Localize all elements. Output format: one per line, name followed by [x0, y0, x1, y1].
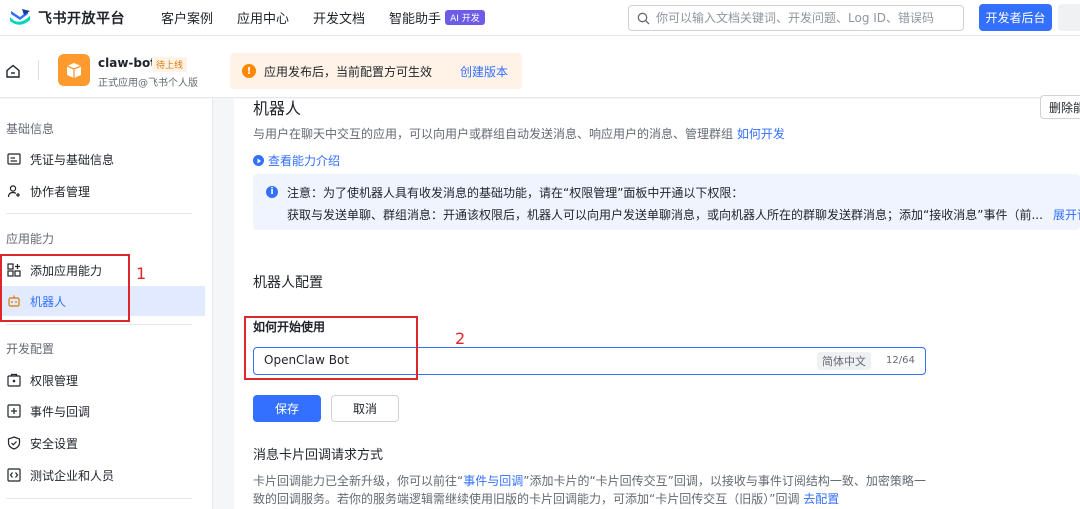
developer-console-button[interactable]: 开发者后台 — [979, 4, 1052, 31]
sidebar-item-label: 事件与回调 — [30, 404, 91, 419]
capability-intro-label: 查看能力介绍 — [268, 154, 341, 168]
permission-notice: i 注意：为了使机器人具有收发消息的基础功能，请在“权限管理”面板中开通以下权限… — [253, 174, 1080, 230]
header-divider — [38, 60, 39, 80]
app-icon — [58, 54, 90, 86]
search-box[interactable] — [628, 5, 964, 31]
nav-item-cases[interactable]: 客户案例 — [161, 8, 213, 27]
callback-text: 致的回调服务。若你的服务端逻辑需继续使用旧版的卡片回调能力，可添加“卡片回传交互… — [253, 492, 800, 506]
delete-capability-button[interactable]: 删除能力 — [1040, 95, 1080, 119]
callback-section-title: 消息卡片回调请求方式 — [253, 448, 384, 463]
annotation-box-1 — [0, 254, 130, 322]
notice-line-2: 获取与发送单聊、群组消息：开通该权限后，机器人可以向用户发送单聊消息，或向机器人… — [287, 208, 1043, 222]
warning-icon: ! — [242, 64, 256, 78]
info-icon: i — [266, 186, 278, 198]
sidebar-item-security[interactable]: 安全设置 — [0, 428, 205, 458]
package-icon — [66, 63, 82, 78]
sidebar-item-label: 协作者管理 — [30, 184, 91, 199]
cancel-button[interactable]: 取消 — [331, 395, 399, 422]
sidebar-item-permissions[interactable]: 权限管理 — [0, 365, 205, 395]
sidebar-divider — [6, 213, 192, 214]
app-name: claw-bot — [98, 56, 156, 70]
sidebar-item-collaborators[interactable]: 协作者管理 — [0, 176, 205, 206]
ai-badge: AI 开发 — [445, 10, 485, 25]
publish-notice: ! 应用发布后，当前配置方可生效 创建版本 — [230, 53, 522, 89]
annotation-number-1: 1 — [136, 264, 147, 283]
language-tag[interactable]: 简体中文 — [817, 352, 871, 370]
sidebar-divider — [6, 324, 192, 325]
sidebar-section-capabilities: 应用能力 — [6, 232, 55, 246]
annotation-box-2 — [244, 316, 418, 380]
how-to-develop-link[interactable]: 如何开发 — [737, 127, 785, 141]
expand-details-link[interactable]: 展开详情 — [1053, 206, 1080, 223]
events-callback-link[interactable]: 事件与回调 — [463, 474, 523, 488]
save-button[interactable]: 保存 — [253, 395, 321, 422]
notice-line-1: 注意：为了使机器人具有收发消息的基础功能，请在“权限管理”面板中开通以下权限： — [287, 186, 744, 200]
callback-desc-line-1: 卡片回调能力已全新升级，你可以前往“事件与回调”添加卡片的“卡片回传交互”回调，… — [253, 472, 926, 489]
page-title: 机器人 — [253, 99, 302, 118]
callback-text: ”添加卡片的“卡片回传交互”回调，以接收与事件订阅结构一致、加密策略一 — [523, 474, 926, 488]
event-icon — [6, 403, 22, 419]
sidebar-item-label: 凭证与基础信息 — [30, 152, 115, 167]
nav-item-dev-docs[interactable]: 开发文档 — [313, 8, 365, 27]
bot-config-title: 机器人配置 — [253, 275, 323, 291]
sidebar-item-label: 安全设置 — [30, 436, 79, 451]
notice-text: 应用发布后，当前配置方可生效 — [264, 64, 433, 79]
page-description: 与用户在聊天中交互的应用，可以向用户或群组自动发送消息、响应用户的消息、管理群组… — [253, 125, 785, 142]
nav-item-app-center[interactable]: 应用中心 — [237, 8, 289, 27]
sidebar-item-label: 权限管理 — [30, 373, 79, 388]
char-count: 12/64 — [886, 355, 915, 366]
brand-name: 飞书开放平台 — [38, 10, 125, 27]
home-icon[interactable] — [5, 63, 21, 79]
permission-icon — [6, 372, 22, 388]
avatar[interactable] — [1058, 4, 1080, 31]
capability-intro-link[interactable]: 查看能力介绍 — [253, 152, 340, 169]
shield-icon — [6, 435, 22, 451]
feishu-logo-icon — [10, 8, 30, 25]
sidebar-section-basic: 基础信息 — [6, 122, 55, 136]
sidebar-divider — [6, 498, 192, 499]
sidebar-item-test-tenants[interactable]: 测试企业和人员 — [0, 460, 205, 490]
app-subtitle: 正式应用@飞书个人版 — [98, 78, 198, 89]
go-configure-link[interactable]: 去配置 — [803, 492, 839, 506]
nav-item-ai-label: 智能助手 — [389, 12, 442, 27]
search-icon — [637, 12, 650, 24]
create-version-link[interactable]: 创建版本 — [460, 63, 508, 80]
sidebar-section-dev-config: 开发配置 — [6, 342, 55, 356]
search-input[interactable] — [656, 11, 956, 25]
brand-logo[interactable]: 飞书开放平台 — [8, 7, 125, 29]
description-text: 与用户在聊天中交互的应用，可以向用户或群组自动发送消息、响应用户的消息、管理群组 — [253, 127, 734, 141]
nav-item-ai-assistant[interactable]: 智能助手 AI 开发 — [389, 8, 485, 27]
play-icon — [253, 155, 264, 166]
annotation-number-2: 2 — [455, 329, 466, 348]
callback-text: 卡片回调能力已全新升级，你可以前往“ — [253, 474, 464, 488]
nav-menu: 客户案例 应用中心 开发文档 智能助手 AI 开发 — [161, 8, 509, 27]
app-header: claw-bot 待上线 正式应用@飞书个人版 ! 应用发布后，当前配置方可生效… — [0, 36, 1080, 98]
callback-desc-line-2: 致的回调服务。若你的服务端逻辑需继续使用旧版的卡片回调能力，可添加“卡片回传交互… — [253, 490, 839, 507]
sidebar-item-label: 测试企业和人员 — [30, 468, 115, 483]
app-status-badge: 待上线 — [152, 57, 188, 72]
id-card-icon — [6, 151, 22, 167]
main-content: 机器人 删除能力 与用户在聊天中交互的应用，可以向用户或群组自动发送消息、响应用… — [234, 95, 1080, 509]
sidebar-item-credentials[interactable]: 凭证与基础信息 — [0, 144, 205, 174]
sidebar-item-events[interactable]: 事件与回调 — [0, 396, 205, 426]
code-box-icon — [6, 467, 22, 483]
user-add-icon — [6, 183, 22, 199]
